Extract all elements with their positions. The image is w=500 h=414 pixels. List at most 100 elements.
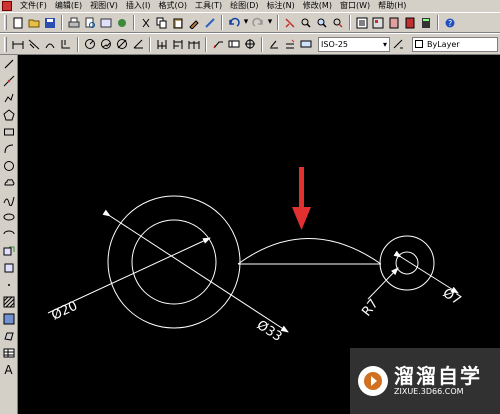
zoom-window-icon[interactable] xyxy=(315,16,329,30)
color-swatch xyxy=(415,40,423,48)
toolbar-separator xyxy=(77,36,79,52)
menu-draw[interactable]: 绘图(D) xyxy=(226,0,262,12)
menu-help[interactable]: 帮助(H) xyxy=(374,0,410,12)
publish-icon[interactable] xyxy=(99,16,113,30)
center-mark-icon[interactable] xyxy=(243,37,257,51)
diameter-dimension-icon[interactable] xyxy=(115,37,129,51)
radius-dimension-icon[interactable] xyxy=(83,37,97,51)
print-icon[interactable] xyxy=(67,16,81,30)
tool-palettes-icon[interactable] xyxy=(387,16,401,30)
calculator-icon[interactable] xyxy=(419,16,433,30)
point-icon[interactable] xyxy=(2,278,16,292)
leader-icon[interactable] xyxy=(211,37,225,51)
ellipse-icon[interactable] xyxy=(2,210,16,224)
menu-view[interactable]: 视图(V) xyxy=(86,0,122,12)
design-center-icon[interactable] xyxy=(371,16,385,30)
undo-dropdown-icon[interactable]: ▾ xyxy=(243,16,249,30)
menu-insert[interactable]: 插入(I) xyxy=(122,0,155,12)
pan-icon[interactable] xyxy=(283,16,297,30)
dimension-style-manager-icon[interactable] xyxy=(391,37,405,51)
tolerance-icon[interactable] xyxy=(227,37,241,51)
toolbar-grip[interactable] xyxy=(4,15,7,30)
color-control-value: ByLayer xyxy=(427,39,460,49)
construction-line-icon[interactable] xyxy=(2,74,16,88)
match-properties-icon[interactable] xyxy=(187,16,201,30)
open-folder-icon[interactable] xyxy=(27,16,41,30)
region-icon[interactable] xyxy=(2,329,16,343)
gradient-icon[interactable] xyxy=(2,312,16,326)
linear-dimension-icon[interactable] xyxy=(11,37,25,51)
sheet-set-icon[interactable] xyxy=(403,16,417,30)
aligned-dimension-icon[interactable] xyxy=(27,37,41,51)
multiline-text-icon[interactable]: A xyxy=(2,363,16,377)
print-preview-icon[interactable] xyxy=(83,16,97,30)
dimension-edit-icon[interactable] xyxy=(267,37,281,51)
toolbar-separator xyxy=(221,15,223,30)
line-icon[interactable] xyxy=(2,57,16,71)
spline-icon[interactable] xyxy=(2,193,16,207)
arc-length-icon[interactable] xyxy=(43,37,57,51)
jogged-dimension-icon[interactable] xyxy=(99,37,113,51)
menu-format[interactable]: 格式(O) xyxy=(154,0,191,12)
polyline-icon[interactable] xyxy=(2,91,16,105)
help-icon[interactable]: ? xyxy=(443,16,457,30)
ellipse-arc-icon[interactable] xyxy=(2,227,16,241)
color-control-select[interactable]: ByLayer xyxy=(412,36,498,52)
toolbar-grip[interactable] xyxy=(4,36,7,52)
paste-icon[interactable] xyxy=(171,16,185,30)
redo-dropdown-icon[interactable]: ▾ xyxy=(267,16,273,30)
make-block-icon[interactable] xyxy=(2,261,16,275)
table-icon[interactable] xyxy=(2,346,16,360)
drawing-geometry xyxy=(47,195,459,333)
cut-icon[interactable] xyxy=(139,16,153,30)
dimension-style-select[interactable]: ISO-25 ▾ xyxy=(318,36,390,52)
quick-dimension-icon[interactable] xyxy=(155,37,169,51)
toolbar-separator xyxy=(149,36,151,52)
new-file-icon[interactable] xyxy=(11,16,25,30)
menu-edit[interactable]: 编辑(E) xyxy=(51,0,86,12)
app-icon[interactable] xyxy=(2,1,12,11)
menu-file[interactable]: 文件(F) xyxy=(16,0,51,12)
svg-text:?: ? xyxy=(448,19,452,28)
zoom-previous-icon[interactable] xyxy=(331,16,345,30)
baseline-dimension-icon[interactable] xyxy=(171,37,185,51)
properties-icon[interactable] xyxy=(355,16,369,30)
rectangle-icon[interactable] xyxy=(2,125,16,139)
small-outer-circle xyxy=(379,235,435,291)
chevron-down-icon[interactable]: ▾ xyxy=(383,40,387,49)
menu-dimension[interactable]: 标注(N) xyxy=(263,0,299,12)
redo-icon[interactable] xyxy=(251,16,265,30)
toolbar-separator xyxy=(61,15,63,30)
undo-icon[interactable] xyxy=(227,16,241,30)
ordinate-dimension-icon[interactable] xyxy=(59,37,73,51)
dim-line-large-outer xyxy=(102,209,289,333)
dim-text-large-outer: Ø33 xyxy=(254,318,285,345)
revision-cloud-icon[interactable] xyxy=(2,176,16,190)
circle-icon[interactable] xyxy=(2,159,16,173)
copy-icon[interactable] xyxy=(155,16,169,30)
toolbar-separator xyxy=(349,15,351,30)
zoom-realtime-icon[interactable] xyxy=(299,16,313,30)
toolbar-separator xyxy=(133,15,135,30)
menu-window[interactable]: 窗口(W) xyxy=(336,0,374,12)
insert-block-icon[interactable] xyxy=(2,244,16,258)
dim-text-small-diameter: Ø7 xyxy=(440,286,464,309)
standard-toolbar: ▾ ▾ ? xyxy=(0,12,500,33)
watermark-url: ZIXUE.3D66.COM xyxy=(394,387,464,396)
dimension-update-icon[interactable] xyxy=(299,37,313,51)
toolbar-separator xyxy=(437,15,439,30)
dim-text-large-inner: Ø20 xyxy=(49,299,80,324)
polygon-icon[interactable] xyxy=(2,108,16,122)
menu-modify[interactable]: 修改(M) xyxy=(299,0,336,12)
continue-dimension-icon[interactable] xyxy=(187,37,201,51)
hatch-icon[interactable] xyxy=(2,295,16,309)
angular-dimension-icon[interactable] xyxy=(131,37,145,51)
connecting-arc xyxy=(237,238,382,265)
menu-tools[interactable]: 工具(T) xyxy=(191,0,226,12)
block-editor-icon[interactable] xyxy=(203,16,217,30)
dimension-text-edit-icon[interactable] xyxy=(283,37,297,51)
3d-dwf-icon[interactable] xyxy=(115,16,129,30)
large-outer-circle xyxy=(107,195,241,329)
save-icon[interactable] xyxy=(43,16,57,30)
arc-icon[interactable] xyxy=(2,142,16,156)
